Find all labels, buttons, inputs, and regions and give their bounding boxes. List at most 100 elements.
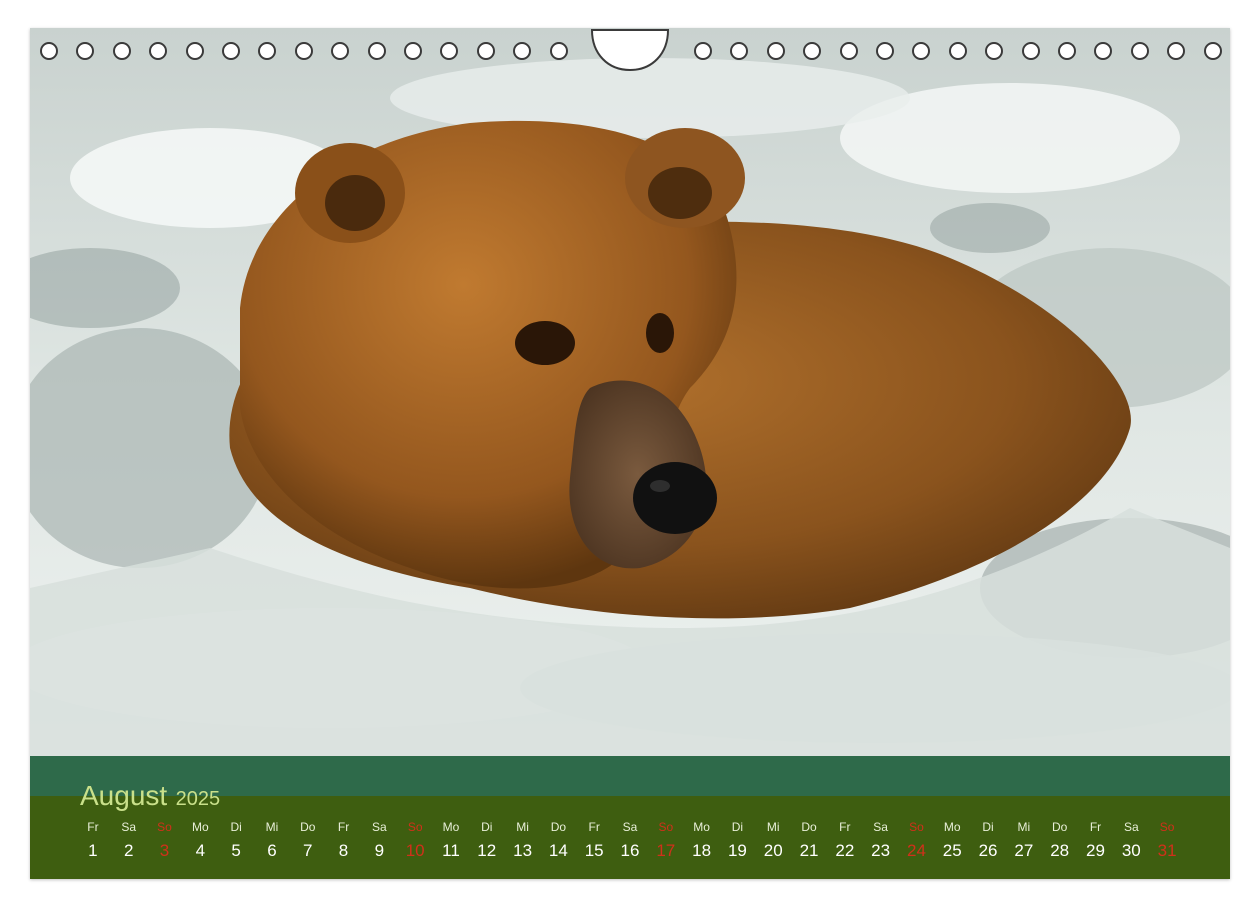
binding-ring-icon xyxy=(112,42,131,60)
day-number: 26 xyxy=(978,841,998,860)
calendar-page: August 2025 Fr 1 Sa 2 So 3 Mo 4 Di 5 Mi 6 Do 7 Fr 8 Sa 9 S… xyxy=(30,28,1230,879)
day-number: 4 xyxy=(195,841,206,860)
day-cell: Do 14 xyxy=(540,818,576,868)
hanger-notch-icon xyxy=(590,29,670,72)
day-number: 10 xyxy=(405,841,425,860)
weekday-label: Di xyxy=(230,820,242,834)
day-cell: Do 21 xyxy=(791,818,827,868)
day-cell: Mi 27 xyxy=(1006,818,1042,868)
day-number: 16 xyxy=(620,841,640,860)
day-cell: Sa 9 xyxy=(361,818,397,868)
day-cell: Sa 2 xyxy=(111,818,147,868)
day-cell: Fr 8 xyxy=(326,818,362,868)
weekday-label: Sa xyxy=(121,820,137,834)
weekday-label: Do xyxy=(300,820,316,834)
day-number: 8 xyxy=(338,841,349,860)
day-number: 14 xyxy=(548,841,568,860)
binding-ring-icon xyxy=(404,42,422,60)
weekday-label: Mi xyxy=(766,820,780,834)
day-number: 21 xyxy=(799,841,819,860)
day-number: 28 xyxy=(1050,841,1070,860)
day-number: 7 xyxy=(303,841,313,860)
day-number: 2 xyxy=(123,841,134,860)
day-number: 12 xyxy=(477,841,497,860)
binding-ring-icon xyxy=(912,42,931,60)
day-cell: Mi 20 xyxy=(755,818,791,868)
day-cell: Sa 30 xyxy=(1113,818,1149,868)
weekday-label: Sa xyxy=(372,820,387,834)
day-cell: So 31 xyxy=(1149,818,1185,868)
weekday-label: So xyxy=(658,820,674,834)
binding-ring-icon xyxy=(803,42,822,60)
month-year: 2025 xyxy=(175,788,221,810)
binding-ring-icon xyxy=(331,42,350,60)
binding-ring-icon xyxy=(1094,42,1113,60)
day-number: 19 xyxy=(727,841,747,860)
weekday-label: Di xyxy=(481,820,493,834)
binding-ring-icon xyxy=(876,42,894,60)
day-cell: Do 7 xyxy=(290,818,326,868)
binding-ring-icon xyxy=(1058,42,1076,60)
day-cell: Di 5 xyxy=(218,818,254,868)
weekday-label: So xyxy=(157,820,172,834)
day-cell: Do 28 xyxy=(1042,818,1078,868)
binding-ring-icon xyxy=(185,42,204,60)
day-number: 6 xyxy=(267,841,277,860)
weekday-label: Fr xyxy=(1089,820,1102,834)
day-number: 30 xyxy=(1121,841,1141,860)
day-number: 1 xyxy=(88,841,98,860)
day-number: 24 xyxy=(906,841,926,860)
weekday-label: Do xyxy=(1052,820,1068,834)
day-cell: Di 19 xyxy=(720,818,756,868)
binding-ring-icon xyxy=(76,42,95,60)
day-cell: Mo 25 xyxy=(934,818,970,868)
day-number: 23 xyxy=(871,841,891,860)
weekday-label: Mo xyxy=(442,820,460,834)
weekday-label: So xyxy=(909,820,924,834)
day-grid: Fr 1 Sa 2 So 3 Mo 4 Di 5 Mi 6 Do 7 Fr 8 Sa 9 So 10 Mo 11 Di 12 M… xyxy=(75,818,1185,868)
weekday-label: So xyxy=(407,820,423,834)
binding-ring-icon xyxy=(1021,42,1040,60)
weekday-label: Sa xyxy=(873,820,888,834)
weekday-label: Fr xyxy=(337,820,350,834)
weekday-label: Fr xyxy=(87,820,99,834)
binding-ring-icon xyxy=(513,42,532,60)
brown-bear-in-rapids-image xyxy=(30,28,1230,756)
weekday-label: Do xyxy=(550,820,567,834)
day-number: 13 xyxy=(513,841,533,860)
weekday-label: Di xyxy=(982,820,994,834)
day-number: 18 xyxy=(692,841,712,860)
weekday-label: Sa xyxy=(622,820,638,834)
weekday-label: Di xyxy=(731,820,744,834)
day-cell: Sa 23 xyxy=(863,818,899,868)
binding-ring-icon xyxy=(222,42,240,60)
weekday-label: Sa xyxy=(1123,820,1139,834)
binding-ring-icon xyxy=(440,42,459,60)
day-number: 20 xyxy=(763,841,783,860)
binding-ring-icon xyxy=(294,42,313,60)
weekday-label: Mi xyxy=(516,820,529,834)
weekday-label: Mo xyxy=(693,820,710,834)
month-name: August xyxy=(80,780,168,811)
bear-photo xyxy=(30,28,1230,756)
binding-ring-icon xyxy=(40,42,58,60)
day-number: 15 xyxy=(584,841,604,860)
weekday-label: Mo xyxy=(191,820,209,834)
binding-ring-icon xyxy=(694,42,712,60)
month-title: August 2025 xyxy=(80,780,220,812)
binding-ring-icon xyxy=(549,42,568,60)
day-number: 25 xyxy=(942,841,962,860)
binding-ring-icon xyxy=(1167,42,1186,60)
day-cell: Di 26 xyxy=(970,818,1006,868)
day-cell: Di 12 xyxy=(469,818,505,868)
day-cell: Mi 6 xyxy=(254,818,290,868)
weekday-label: So xyxy=(1159,820,1175,834)
day-cell: Mo 4 xyxy=(182,818,218,868)
day-number: 11 xyxy=(442,841,460,860)
day-cell: Sa 16 xyxy=(612,818,648,868)
day-cell: So 17 xyxy=(648,818,684,868)
binding-ring-icon xyxy=(476,42,495,60)
binding-ring-icon xyxy=(766,42,785,60)
binding-ring-icon xyxy=(149,42,168,60)
binding-ring-icon xyxy=(730,42,749,60)
